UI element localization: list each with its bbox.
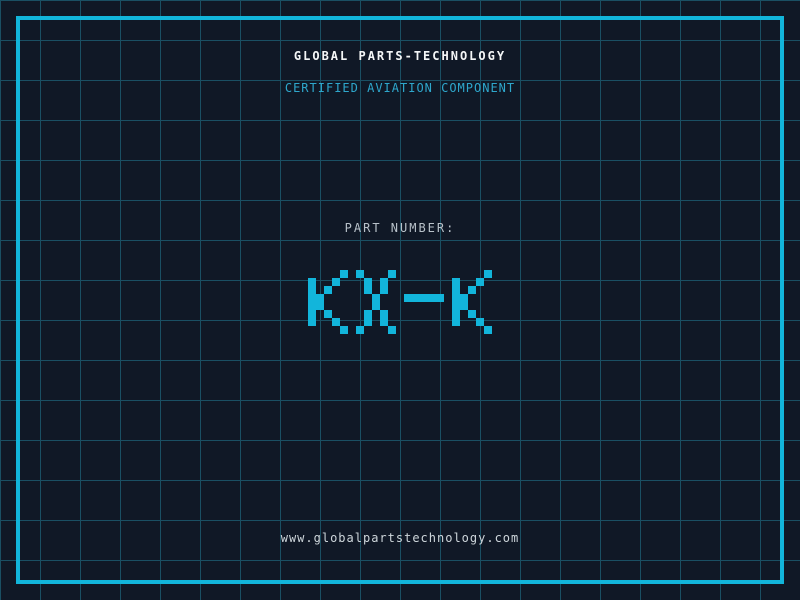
pixel-glyph <box>356 270 396 334</box>
part-number-value <box>308 270 492 334</box>
company-title: GLOBAL PARTS-TECHNOLOGY <box>293 49 507 63</box>
part-number-label: PART NUMBER: <box>344 221 456 235</box>
blueprint-canvas: GLOBAL PARTS-TECHNOLOGY CERTIFIED AVIATI… <box>0 0 800 600</box>
pixel-glyph <box>404 270 444 334</box>
pixel-glyph <box>308 270 348 334</box>
pixel-glyph <box>452 270 492 334</box>
website-url: www.globalpartstechnology.com <box>280 531 520 545</box>
certification-subtitle: CERTIFIED AVIATION COMPONENT <box>284 81 516 95</box>
